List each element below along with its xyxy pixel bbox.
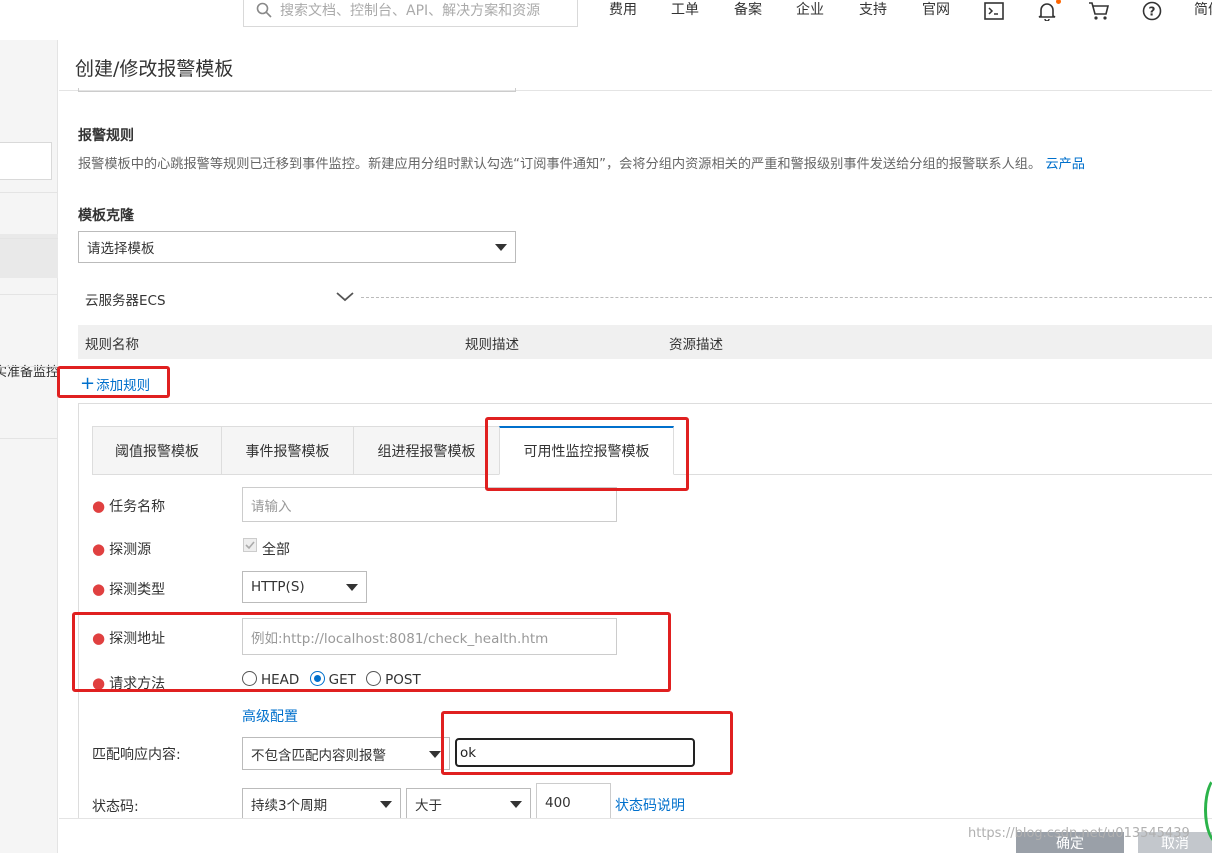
bell-icon[interactable] [1036, 0, 1058, 22]
tab-process[interactable]: 组进程报警模板 [353, 426, 500, 475]
sidebar-divider [0, 192, 58, 193]
caret-down-icon [346, 584, 358, 591]
status-period-select[interactable]: 持续3个周期 [242, 788, 401, 820]
status-code-label: 状态码: [92, 799, 139, 815]
svg-text:?: ? [1149, 5, 1156, 19]
chevron-down-icon[interactable] [335, 291, 355, 303]
probe-source-label: ● 探测源 [92, 540, 152, 558]
notification-dot [1056, 0, 1061, 4]
status-code-input[interactable]: 400 [536, 783, 611, 823]
tab-threshold[interactable]: 阈值报警模板 [92, 426, 222, 475]
sidebar-divider [0, 238, 58, 239]
nav-enterprise[interactable]: 企业 [796, 0, 824, 22]
ecs-label: 云服务器ECS [85, 293, 166, 309]
probe-source-checkbox[interactable] [243, 538, 257, 552]
annotation-box-match [441, 711, 733, 775]
search-icon [256, 2, 272, 18]
nav-official[interactable]: 官网 [922, 0, 950, 22]
alert-rules-desc-text: 报警模板中的心跳报警等规则已迁移到事件监控。新建应用分组时默认勾选“订阅事件通知… [78, 157, 1042, 172]
caret-down-icon [495, 244, 507, 251]
annotation-box-add-rule [57, 366, 170, 398]
alert-rules-desc: 报警模板中的心跳报警等规则已迁移到事件监控。新建应用分组时默认勾选“订阅事件通知… [78, 153, 1085, 172]
page-title: 创建/修改报警模板 [75, 58, 234, 80]
template-select-value: 请选择模板 [87, 241, 155, 257]
match-label: 匹配响应内容: [92, 747, 181, 763]
search-box[interactable]: 搜索文档、控制台、API、解决方案和资源 [243, 0, 578, 27]
sidebar-item-selected[interactable] [0, 234, 58, 278]
sidebar-divider [0, 438, 58, 439]
match-mode-select[interactable]: 不包含匹配内容则报警 [242, 737, 450, 770]
watermark: https://blog.csdn.net/u013545439 [968, 826, 1190, 841]
collapsed-field [78, 88, 516, 92]
probe-source-option: 全部 [262, 542, 290, 558]
annotation-box-tab [485, 417, 689, 491]
sidebar-divider [0, 294, 58, 295]
caret-down-icon [429, 750, 441, 758]
caret-down-icon [380, 801, 392, 808]
tab-event[interactable]: 事件报警模板 [221, 426, 354, 475]
cloud-product-link[interactable]: 云产品 [1045, 157, 1085, 172]
status-operator-select[interactable]: 大于 [406, 788, 531, 820]
col-resource-desc: 资源描述 [669, 337, 723, 353]
sidebar-divider [0, 366, 58, 367]
col-rule-name: 规则名称 [85, 337, 139, 353]
nav-ticket[interactable]: 工单 [671, 0, 699, 22]
sidebar-item-label[interactable]: 实准备监控 [0, 361, 58, 380]
task-name-input[interactable]: 请输入 [242, 487, 617, 522]
annotation-box-url-method [72, 612, 671, 692]
nav-fee[interactable]: 费用 [609, 0, 637, 22]
top-nav: 搜索文档、控制台、API、解决方案和资源 费用 工单 备案 企业 支持 官网 ?… [0, 0, 1212, 40]
nav-support[interactable]: 支持 [859, 0, 887, 22]
col-rule-desc: 规则描述 [465, 337, 519, 353]
caret-down-icon [510, 801, 522, 808]
dashed-divider [361, 297, 1212, 298]
task-name-label: ● 任务名称 [92, 497, 166, 515]
probe-type-select[interactable]: HTTP(S) [242, 571, 367, 603]
check-icon [245, 541, 255, 550]
help-icon[interactable]: ? [1141, 0, 1163, 22]
probe-type-label: ● 探测类型 [92, 580, 166, 598]
lang-switch[interactable]: 简体 [1194, 0, 1212, 22]
sidebar-search-input[interactable] [0, 142, 52, 180]
terminal-icon[interactable] [983, 0, 1005, 22]
template-select[interactable]: 请选择模板 [78, 231, 516, 263]
sidebar: 实准备监控 [0, 40, 58, 853]
rules-table-header: 规则名称 规则描述 资源描述 [78, 325, 1212, 359]
status-code-help-link[interactable]: 状态码说明 [615, 795, 685, 815]
search-placeholder: 搜索文档、控制台、API、解决方案和资源 [280, 3, 541, 19]
cart-icon[interactable] [1088, 0, 1110, 22]
alert-rules-title: 报警规则 [78, 128, 134, 144]
nav-filing[interactable]: 备案 [734, 0, 762, 22]
template-clone-title: 模板克隆 [78, 208, 134, 224]
advanced-config-link[interactable]: 高级配置 [242, 706, 298, 726]
